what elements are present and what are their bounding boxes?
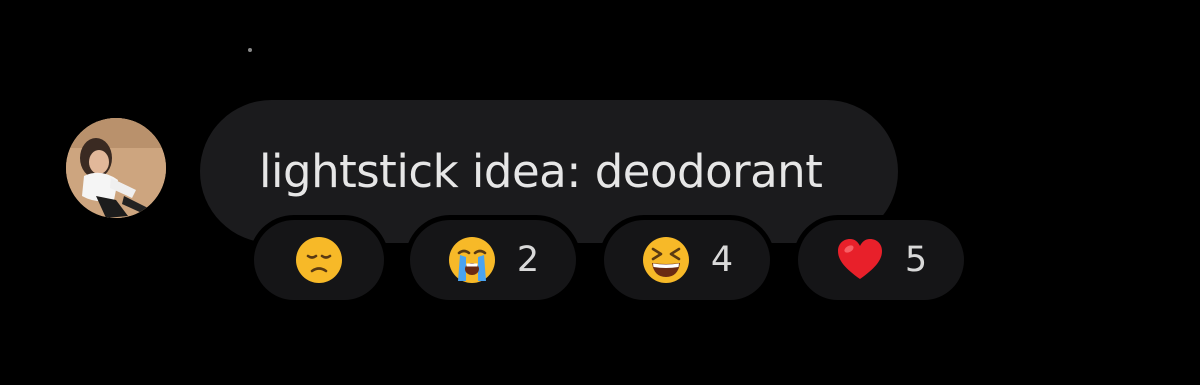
reaction-count: 4 bbox=[710, 240, 734, 280]
loading-dot bbox=[248, 48, 252, 52]
reaction-disappointed-button[interactable] bbox=[254, 220, 384, 300]
grinning-squinting-face-icon bbox=[642, 237, 689, 283]
avatar-photo-icon bbox=[66, 118, 166, 218]
reaction-crying-button[interactable]: 2 bbox=[410, 220, 576, 300]
loudly-crying-face-icon bbox=[448, 237, 495, 283]
reaction-count: 5 bbox=[904, 240, 928, 280]
avatar[interactable] bbox=[66, 118, 166, 218]
reaction-heart-button[interactable]: 5 bbox=[798, 220, 964, 300]
reaction-laughing-button[interactable]: 4 bbox=[604, 220, 770, 300]
reaction-count: 2 bbox=[516, 240, 540, 280]
disappointed-face-icon bbox=[296, 237, 342, 283]
comment-text: lightstick idea: deodorant bbox=[259, 145, 823, 198]
red-heart-icon bbox=[837, 239, 882, 279]
